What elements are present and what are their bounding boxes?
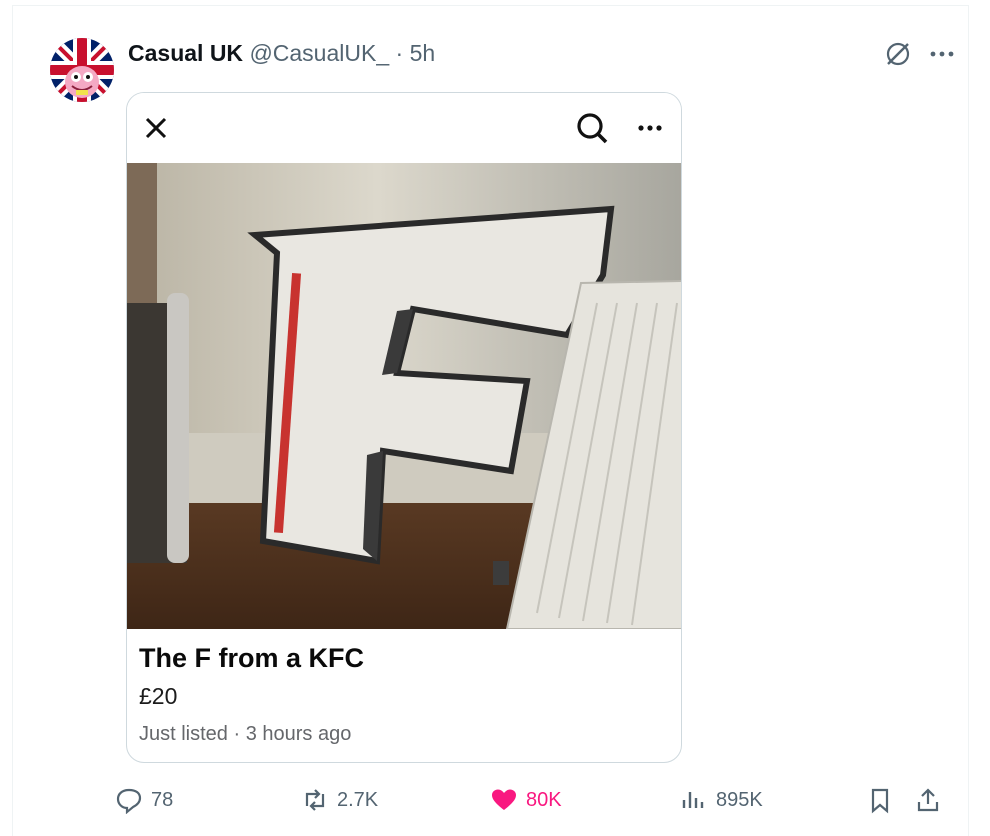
view-count: 895K bbox=[716, 788, 763, 811]
media-card[interactable]: The F from a KFC £20 Just listed · 3 hou… bbox=[126, 92, 682, 763]
card-toolbar bbox=[127, 93, 681, 163]
reply-icon bbox=[116, 788, 142, 814]
like-count: 80K bbox=[526, 788, 562, 811]
more-horizontal-icon[interactable] bbox=[927, 39, 957, 69]
tweet-time[interactable]: 5h bbox=[410, 40, 436, 66]
bookmark-button[interactable] bbox=[866, 776, 894, 824]
tweet: Casual UK @CasualUK_ · 5h The F from a K… bbox=[12, 5, 969, 836]
separator-dot: · bbox=[395, 40, 404, 66]
listing-price: £20 bbox=[139, 683, 178, 709]
bookmark-icon bbox=[871, 788, 889, 814]
like-button[interactable]: 80K bbox=[490, 776, 562, 824]
author-name[interactable]: Casual UK bbox=[128, 40, 243, 66]
repost-icon bbox=[305, 789, 325, 811]
listing-title: The F from a KFC bbox=[139, 643, 365, 673]
share-icon bbox=[917, 788, 939, 812]
grok-icon[interactable] bbox=[883, 39, 913, 69]
views-button[interactable]: 895K bbox=[680, 776, 763, 824]
listing-meta: Just listed · 3 hours ago bbox=[139, 723, 352, 745]
repost-count: 2.7K bbox=[337, 788, 379, 811]
reply-button[interactable]: 78 bbox=[115, 776, 173, 824]
reply-count: 78 bbox=[151, 788, 174, 811]
avatar[interactable] bbox=[50, 38, 114, 102]
views-icon bbox=[682, 792, 704, 808]
share-button[interactable] bbox=[914, 776, 942, 824]
tweet-actions: 78 2.7K 80K 895K bbox=[13, 776, 970, 826]
listing-photo bbox=[127, 163, 681, 630]
more-horizontal-icon[interactable] bbox=[635, 113, 665, 143]
heart-icon bbox=[492, 789, 516, 810]
union-jack-avatar bbox=[50, 38, 114, 102]
repost-button[interactable]: 2.7K bbox=[301, 776, 378, 824]
author-handle[interactable]: @CasualUK_ bbox=[249, 40, 389, 66]
tweet-header: Casual UK @CasualUK_ · 5h bbox=[128, 40, 435, 67]
search-icon[interactable] bbox=[575, 111, 609, 145]
close-icon[interactable] bbox=[141, 113, 171, 143]
